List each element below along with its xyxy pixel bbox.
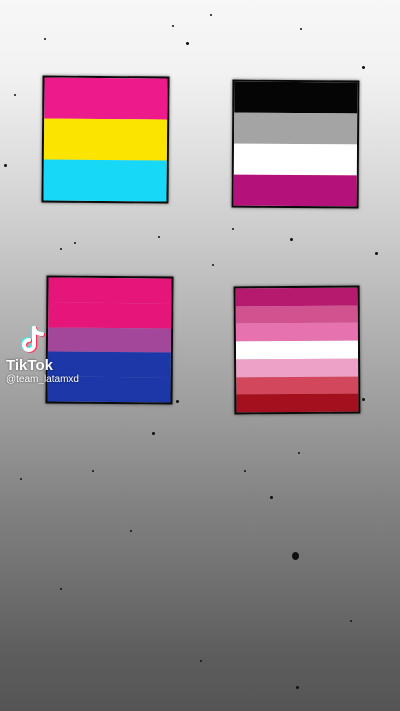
tiktok-watermark: TikTok @team_latamxd	[6, 326, 126, 386]
speck	[290, 238, 293, 241]
pansexual-flag-stripe	[44, 77, 168, 120]
tiktok-brand-label: TikTok	[6, 357, 53, 374]
speck	[44, 38, 46, 40]
speck	[152, 432, 155, 435]
speck	[186, 42, 189, 45]
lesbian-flag-stripe	[235, 305, 358, 324]
asexual-flag-stripe	[234, 81, 358, 114]
asexual-flag-stripe	[234, 112, 358, 145]
tiktok-username: @team_latamxd	[6, 374, 79, 385]
lesbian-flag-stripe	[235, 287, 358, 307]
speck	[210, 14, 212, 16]
speck	[158, 236, 160, 238]
lesbian-flag-stripe	[235, 340, 359, 360]
lesbian-flag-stripe	[236, 393, 359, 413]
speck	[60, 248, 62, 250]
asexual-flag-stripe	[233, 174, 357, 207]
speck	[362, 66, 365, 69]
speck	[298, 452, 300, 454]
speck	[212, 264, 214, 266]
asexual-flag-stripe	[233, 143, 357, 176]
speck	[172, 25, 174, 27]
speck	[300, 28, 302, 30]
speck	[130, 530, 132, 532]
lesbian-flag-stripe	[236, 358, 359, 378]
speck	[200, 660, 202, 662]
pansexual-flag-stripe	[43, 159, 167, 202]
speck	[4, 164, 7, 167]
speck	[74, 242, 76, 244]
speck	[362, 398, 365, 401]
speck	[60, 588, 62, 590]
asexual-flag	[231, 79, 360, 209]
speck	[292, 552, 299, 560]
pansexual-flag-stripe	[43, 118, 168, 161]
speck	[20, 478, 22, 480]
speck	[270, 496, 273, 499]
speck	[176, 400, 179, 403]
speck	[244, 470, 246, 472]
lesbian-flag-stripe	[236, 376, 359, 395]
bisexual-flag-stripe	[48, 277, 172, 304]
speck	[232, 228, 234, 230]
speck	[350, 620, 352, 622]
speck	[92, 470, 94, 472]
bisexual-flag-stripe	[48, 302, 172, 329]
pansexual-flag	[41, 75, 170, 204]
speck	[375, 252, 378, 255]
tiktok-logo-icon	[20, 326, 46, 356]
speck	[14, 94, 16, 96]
lesbian-flag	[233, 285, 361, 415]
speck	[296, 686, 299, 689]
lesbian-flag-stripe	[235, 323, 358, 342]
